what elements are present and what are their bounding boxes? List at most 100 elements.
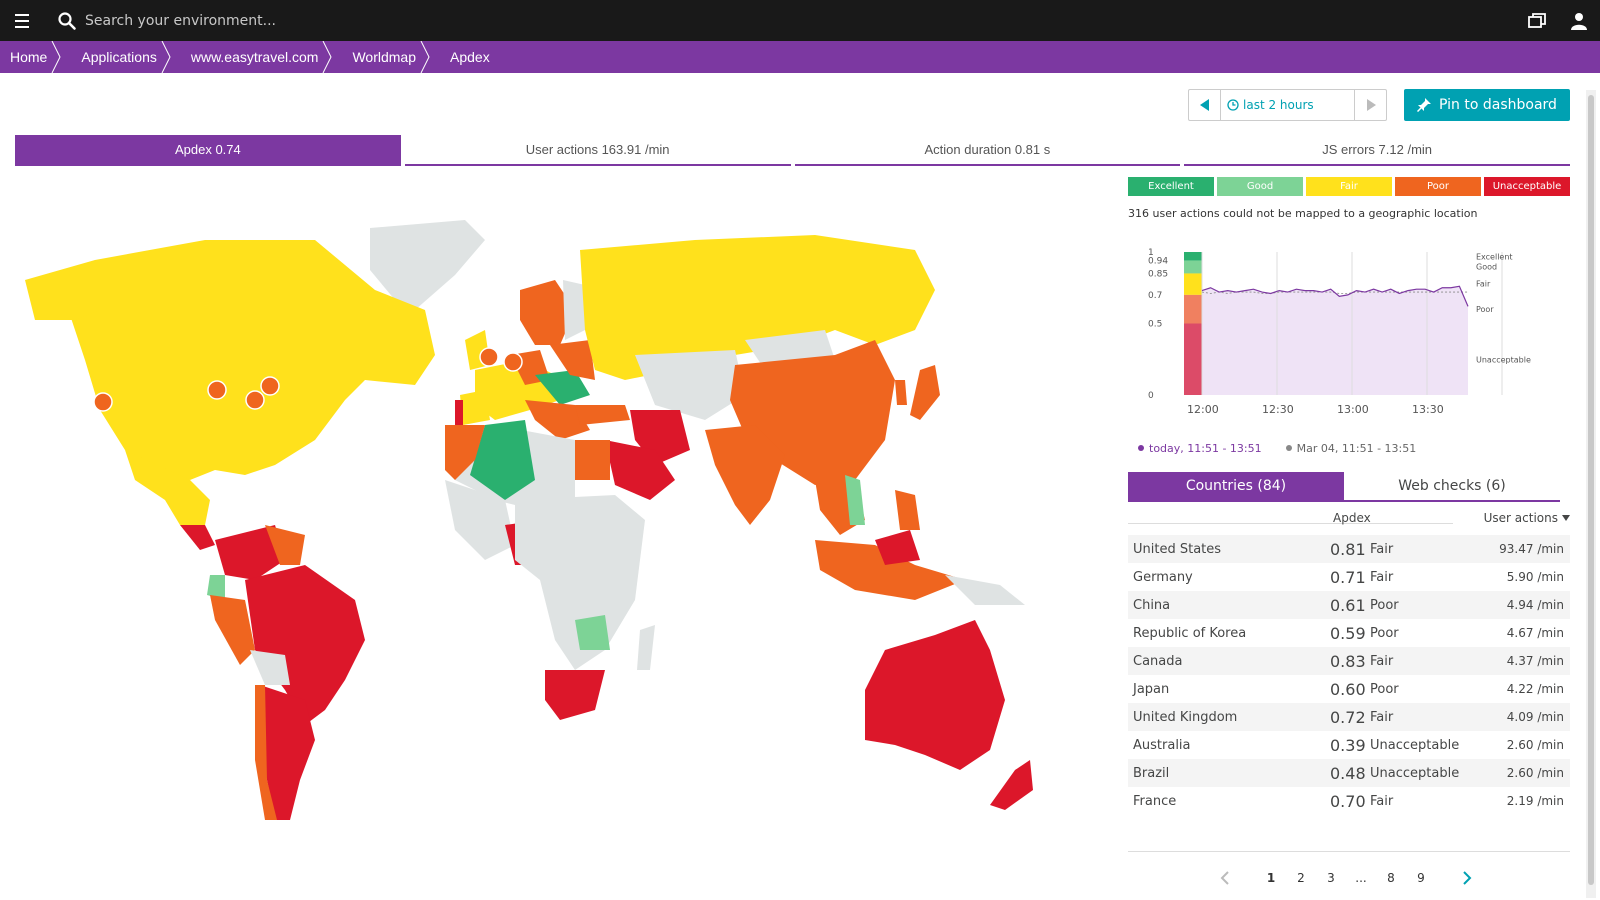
cell-actions: 2.60 /min xyxy=(1506,766,1564,780)
countries-table: United States 0.81 Fair 93.47 /min Germany 0.… xyxy=(1128,535,1570,815)
apdex-band-0 xyxy=(1184,252,1202,261)
clock-icon xyxy=(1227,99,1239,111)
region-papua xyxy=(945,575,1025,605)
legend-item-good: Good xyxy=(1217,177,1303,196)
region-central-asia xyxy=(635,350,745,420)
table-row[interactable]: Australia 0.39 Unacceptable 2.60 /min xyxy=(1128,731,1570,759)
cell-actions: 4.94 /min xyxy=(1506,598,1564,612)
cell-score: 0.59 xyxy=(1330,623,1366,643)
cell-actions: 2.60 /min xyxy=(1506,738,1564,752)
timeframe-selector: last 2 hours xyxy=(1188,89,1387,121)
marker-london xyxy=(479,347,499,367)
marker-san-francisco xyxy=(93,392,113,412)
cell-actions: 93.47 /min xyxy=(1499,542,1564,556)
table-row[interactable]: United Kingdom 0.72 Fair 4.09 /min xyxy=(1128,703,1570,731)
legend-previous[interactable]: Mar 04, 11:51 - 13:51 xyxy=(1285,442,1416,455)
page-3[interactable]: 3 xyxy=(1316,871,1346,885)
menu-icon[interactable] xyxy=(0,0,44,41)
breadcrumb-item-apdex[interactable]: Apdex xyxy=(428,41,502,73)
cell-country: China xyxy=(1133,597,1171,613)
region-portugal xyxy=(455,400,463,425)
marker-new-york xyxy=(260,376,280,396)
search-input[interactable] xyxy=(85,6,585,35)
table-row[interactable]: Republic of Korea 0.59 Poor 4.67 /min xyxy=(1128,619,1570,647)
page-next-icon[interactable] xyxy=(1452,871,1482,885)
cell-country: Australia xyxy=(1133,737,1191,753)
pin-to-dashboard-button[interactable]: Pin to dashboard xyxy=(1404,89,1570,121)
column-apdex[interactable]: Apdex xyxy=(1333,511,1371,525)
page-8[interactable]: 8 xyxy=(1376,871,1406,885)
cell-score: 0.81 xyxy=(1330,539,1366,559)
tab-web-checks[interactable]: Web checks (6) xyxy=(1344,472,1560,502)
cell-country: Republic of Korea xyxy=(1133,625,1247,641)
table-row[interactable]: Brazil 0.48 Unacceptable 2.60 /min xyxy=(1128,759,1570,787)
sort-down-icon xyxy=(1562,515,1570,521)
region-bolivia xyxy=(250,650,290,685)
page-prev-icon[interactable] xyxy=(1210,871,1240,885)
legend-item-unacceptable: Unacceptable xyxy=(1484,177,1570,196)
tab-action-duration[interactable]: Action duration 0.81 s xyxy=(794,135,1181,166)
breadcrumb-item-home[interactable]: Home xyxy=(0,41,68,73)
apdex-chart[interactable]: 0 0.5 0.7 0.85 0.941 12:00 12:30 13:00 13:30 Exce… xyxy=(1128,240,1570,430)
breadcrumb-chevron-icon xyxy=(420,41,436,73)
cell-score: 0.70 xyxy=(1330,791,1366,811)
tab-user-actions[interactable]: User actions 163.91 /min xyxy=(404,135,791,166)
cell-country: Brazil xyxy=(1133,765,1170,781)
apdex-band-2 xyxy=(1184,273,1202,295)
y-tick-label: 0.5 xyxy=(1148,320,1162,330)
windows-icon[interactable] xyxy=(1516,0,1558,41)
world-map[interactable] xyxy=(15,180,1120,880)
cell-rating: Unacceptable xyxy=(1370,765,1460,781)
timeframe-label[interactable]: last 2 hours xyxy=(1221,90,1354,120)
chart-legend: today, 11:51 - 13:51 Mar 04, 11:51 - 13:… xyxy=(1138,442,1416,455)
page-1[interactable]: 1 xyxy=(1256,871,1286,885)
scrollbar-thumb[interactable] xyxy=(1588,95,1594,885)
region-japan xyxy=(910,365,940,420)
region-madagascar xyxy=(637,625,655,670)
legend-item-excellent: Excellent xyxy=(1128,177,1214,196)
cell-score: 0.61 xyxy=(1330,595,1366,615)
table-bottom-border xyxy=(1128,851,1570,852)
y-tick-label: 0 xyxy=(1148,391,1154,401)
table-row[interactable]: China 0.61 Poor 4.94 /min xyxy=(1128,591,1570,619)
legend-today[interactable]: today, 11:51 - 13:51 xyxy=(1138,442,1262,455)
series-today-area xyxy=(1202,286,1468,395)
cell-country: France xyxy=(1133,793,1177,809)
y-tick-label: 1 xyxy=(1148,248,1154,258)
cell-rating: Fair xyxy=(1370,653,1394,669)
breadcrumb-chevron-icon xyxy=(322,41,339,73)
tab-apdex-0-74[interactable]: Apdex 0.74 xyxy=(15,135,401,166)
x-tick-label: 13:00 xyxy=(1337,403,1369,416)
table-row[interactable]: France 0.70 Fair 2.19 /min xyxy=(1128,787,1570,815)
table-row[interactable]: Germany 0.71 Fair 5.90 /min xyxy=(1128,563,1570,591)
breadcrumb-item-applications[interactable]: Applications xyxy=(59,41,177,73)
breadcrumb-item-www-easytravel-com[interactable]: www.easytravel.com xyxy=(169,41,339,73)
table-row[interactable]: Canada 0.83 Fair 4.37 /min xyxy=(1128,647,1570,675)
breadcrumb-item-worldmap[interactable]: Worldmap xyxy=(330,41,436,73)
cell-rating: Unacceptable xyxy=(1370,737,1460,753)
cell-rating: Poor xyxy=(1370,597,1399,613)
y-tick-label: 0.85 xyxy=(1148,269,1168,279)
y-tick-label: 0.7 xyxy=(1148,291,1162,301)
tab-js-errors[interactable]: JS errors 7.12 /min xyxy=(1184,135,1570,166)
column-user-actions[interactable]: User actions xyxy=(1484,511,1570,525)
tab-countries-84[interactable]: Countries (84) xyxy=(1128,472,1344,502)
cell-country: Germany xyxy=(1133,569,1193,585)
page-2[interactable]: 2 xyxy=(1286,871,1316,885)
pin-icon xyxy=(1417,98,1432,112)
header-divider xyxy=(1128,523,1453,524)
breadcrumb: Home Applications www.easytravel.com Worldm… xyxy=(0,41,1600,73)
table-row[interactable]: United States 0.81 Fair 93.47 /min xyxy=(1128,535,1570,563)
legend-item-poor: Poor xyxy=(1395,177,1481,196)
cell-country: Japan xyxy=(1133,681,1170,697)
timeframe-next-button[interactable] xyxy=(1354,90,1386,120)
region-philippines xyxy=(895,490,920,530)
band-label-good: Good xyxy=(1476,262,1497,271)
table-header: Apdex User actions xyxy=(1128,509,1570,527)
cell-actions: 4.67 /min xyxy=(1506,626,1564,640)
page-9[interactable]: 9 xyxy=(1406,871,1436,885)
cell-rating: Fair xyxy=(1370,709,1394,725)
timeframe-prev-button[interactable] xyxy=(1189,90,1221,120)
user-icon[interactable] xyxy=(1558,0,1600,41)
table-row[interactable]: Japan 0.60 Poor 4.22 /min xyxy=(1128,675,1570,703)
